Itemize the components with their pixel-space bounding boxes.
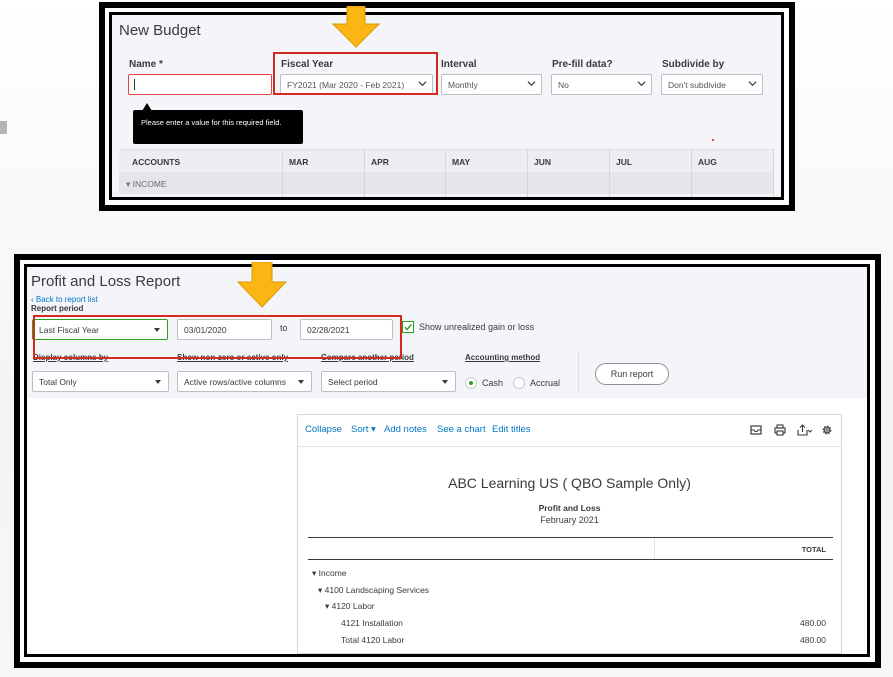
gear-icon[interactable] <box>821 424 833 436</box>
report-card: Collapse Sort ▾ Add notes See a chart Ed… <box>297 414 842 654</box>
new-budget-form: New Budget Name * Fiscal Year FY2021 (Ma… <box>112 15 781 197</box>
marker-dot <box>712 139 714 141</box>
side-marker <box>0 121 7 134</box>
unrealized-gain-label: Show unrealized gain or loss <box>419 322 535 332</box>
income-row-label: ▾ INCOME <box>126 179 167 189</box>
report-period-label: Report period <box>31 304 84 313</box>
back-to-report-list-link[interactable]: ‹ Back to report list <box>31 295 98 304</box>
total-column-header: TOTAL <box>801 545 826 554</box>
column-header-mar: MAR <box>289 157 309 167</box>
column-header-apr: APR <box>371 157 389 167</box>
prefill-label: Pre-fill data? <box>552 59 613 70</box>
interval-label: Interval <box>441 59 477 70</box>
row-value: 480.00 <box>800 618 826 628</box>
report-name: Profit and Loss <box>538 503 601 513</box>
name-label: Name * <box>129 59 163 70</box>
column-header-jun: JUN <box>534 157 552 167</box>
sort-link[interactable]: Sort ▾ <box>351 424 376 435</box>
collapse-link[interactable]: Collapse <box>305 424 342 435</box>
chevron-down-icon <box>748 81 757 87</box>
column-header-accounts: ACCOUNTS <box>132 157 181 167</box>
column-header-may: MAY <box>452 157 471 167</box>
report-date: February 2021 <box>540 515 599 525</box>
caret-down-icon <box>442 380 448 384</box>
accounting-method-label: Accounting method <box>465 353 541 362</box>
unrealized-gain-checkbox[interactable] <box>402 321 414 333</box>
subdivide-label: Subdivide by <box>662 59 725 70</box>
row-label: ▾ 4100 Landscaping Services <box>318 585 430 595</box>
row-label: ▾ Income <box>312 568 347 578</box>
row-label: ▾ 4120 Labor <box>325 601 375 611</box>
see-chart-link[interactable]: See a chart <box>437 424 486 435</box>
display-columns-select[interactable]: Total Only <box>32 371 169 392</box>
required-field-tooltip: Please enter a value for this required f… <box>133 110 303 144</box>
page-title: Profit and Loss Report <box>31 273 181 290</box>
export-icon[interactable] <box>797 424 813 436</box>
cash-label: Cash <box>482 378 504 388</box>
subdivide-select[interactable]: Don't subdivide <box>661 74 763 95</box>
page-title: New Budget <box>119 22 201 39</box>
fiscal-year-highlight <box>273 52 438 95</box>
add-notes-link[interactable]: Add notes <box>384 424 427 435</box>
print-icon[interactable] <box>774 424 786 436</box>
row-label: 4121 Installation <box>341 618 403 628</box>
arrow-down-icon <box>332 6 380 48</box>
check-icon <box>404 324 413 331</box>
company-name: ABC Learning US ( QBO Sample Only) <box>448 475 691 491</box>
email-icon[interactable] <box>750 424 762 436</box>
table-row[interactable]: ▾ INCOME <box>119 172 774 194</box>
accrual-label: Accrual <box>530 378 561 388</box>
row-value: 480.00 <box>800 635 826 645</box>
run-report-button[interactable]: Run report <box>595 363 669 385</box>
edit-titles-link[interactable]: Edit titles <box>492 424 531 435</box>
caret-down-icon <box>155 380 161 384</box>
prefill-select[interactable]: No <box>551 74 652 95</box>
accrual-radio[interactable] <box>513 377 525 389</box>
column-header-jul: JUL <box>616 157 633 167</box>
report-period-highlight <box>33 315 402 359</box>
cash-radio[interactable] <box>465 377 477 389</box>
name-input[interactable] <box>128 74 272 95</box>
chevron-down-icon <box>527 81 536 87</box>
chevron-down-icon <box>637 81 646 87</box>
new-budget-screenshot: New Budget Name * Fiscal Year FY2021 (Ma… <box>99 2 795 211</box>
budget-grid-header: ACCOUNTS MAR APR MAY JUN JUL AUG <box>119 149 774 172</box>
caret-down-icon <box>298 380 304 384</box>
row-label: Total 4120 Labor <box>341 635 405 645</box>
interval-select[interactable]: Monthly <box>441 74 542 95</box>
compare-period-select[interactable]: Select period <box>321 371 456 392</box>
show-nonzero-select[interactable]: Active rows/active columns <box>177 371 312 392</box>
text-cursor <box>134 79 135 90</box>
column-header-aug: AUG <box>698 157 717 167</box>
arrow-down-icon <box>237 262 287 308</box>
